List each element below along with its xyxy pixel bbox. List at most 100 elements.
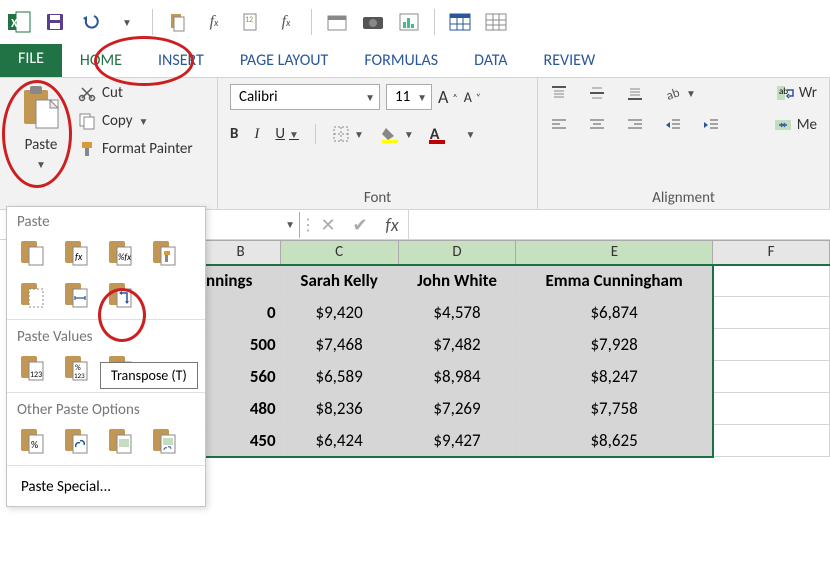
cut-button[interactable]: Cut [78, 84, 193, 102]
align-right-button[interactable] [626, 118, 644, 132]
tab-page-layout[interactable]: PAGE LAYOUT [222, 44, 347, 77]
cell[interactable]: $6,589 [280, 361, 398, 393]
cell[interactable]: $7,468 [280, 329, 398, 361]
cell[interactable]: 500 [201, 329, 280, 361]
paste-option-column-widths[interactable] [61, 279, 91, 309]
cell[interactable]: $7,758 [516, 393, 713, 425]
paste-button[interactable]: Paste ▼ [12, 84, 70, 207]
borders-button[interactable]: ▼ [332, 125, 364, 143]
cell[interactable]: $8,247 [516, 361, 713, 393]
tab-insert[interactable]: INSERT [140, 44, 222, 77]
qat-camera-icon[interactable] [360, 9, 386, 35]
cell[interactable]: $8,625 [516, 425, 713, 457]
orientation-button[interactable]: ab▼ [664, 84, 696, 102]
col-header[interactable]: E [516, 241, 713, 265]
col-header[interactable]: B [201, 241, 280, 265]
wrap-text-button[interactable]: abWr [775, 84, 817, 102]
cell[interactable] [713, 361, 830, 393]
cell[interactable]: $8,984 [398, 361, 516, 393]
paste-option-values-number[interactable]: %123 [61, 352, 91, 382]
cell[interactable]: $8,236 [280, 393, 398, 425]
col-header[interactable]: C [280, 241, 398, 265]
paste-option-formulas-number[interactable]: %fx [105, 237, 135, 267]
cell[interactable]: $7,482 [398, 329, 516, 361]
cell[interactable] [713, 329, 830, 361]
increase-indent-button[interactable] [702, 118, 720, 132]
cell[interactable]: 480 [201, 393, 280, 425]
format-painter-button[interactable]: Format Painter [78, 140, 193, 158]
align-center-button[interactable] [588, 118, 606, 132]
align-middle-button[interactable] [588, 85, 606, 101]
tab-review[interactable]: REVIEW [526, 44, 614, 77]
formula-input[interactable] [408, 210, 830, 239]
paste-option-values[interactable]: 123 [17, 352, 47, 382]
cell[interactable]: John White [398, 265, 516, 297]
cell[interactable]: $9,420 [280, 297, 398, 329]
decrease-indent-button[interactable] [664, 118, 682, 132]
paste-option-formulas[interactable]: fx [61, 237, 91, 267]
paste-option-transpose[interactable] [105, 279, 135, 309]
cell[interactable]: $6,874 [516, 297, 713, 329]
paste-option-link[interactable] [61, 425, 91, 455]
fill-color-button[interactable]: ▼ [380, 124, 414, 144]
paste-option-linked-picture[interactable] [149, 425, 179, 455]
shrink-font-button[interactable]: A˅ [464, 89, 481, 106]
italic-button[interactable]: I [254, 126, 259, 143]
tab-file[interactable]: FILE [0, 44, 62, 77]
cell[interactable] [713, 265, 830, 297]
spreadsheet-grid[interactable]: B C D E F nnings Sarah Kelly John White … [200, 240, 830, 458]
paste-option-paste[interactable] [17, 237, 47, 267]
align-bottom-button[interactable] [626, 85, 644, 101]
fx-cancel-button[interactable]: ✕ [312, 214, 344, 236]
font-color-button[interactable]: A▼ [430, 124, 476, 144]
qat-extra-3[interactable]: 12 [237, 9, 263, 35]
cell[interactable] [713, 393, 830, 425]
cell[interactable]: Emma Cunningham [516, 265, 713, 297]
cell[interactable]: nnings [201, 265, 280, 297]
paste-option-formatting[interactable]: % [17, 425, 47, 455]
qat-extra-4[interactable]: fx [273, 9, 299, 35]
align-left-button[interactable] [550, 118, 568, 132]
qat-extra-2[interactable]: fx [201, 9, 227, 35]
qat-calendar-icon[interactable] [324, 9, 350, 35]
qat-table2-icon[interactable] [483, 9, 509, 35]
tab-data[interactable]: DATA [456, 44, 525, 77]
tab-home[interactable]: HOME [62, 44, 140, 77]
chevron-down-icon: ▼ [404, 128, 414, 141]
underline-button[interactable]: U▼ [275, 125, 299, 143]
cell[interactable]: Sarah Kelly [280, 265, 398, 297]
grow-font-button[interactable]: A˄ [438, 86, 458, 108]
copy-button[interactable]: Copy ▼ [78, 112, 193, 130]
font-size-select[interactable]: 11▼ [386, 84, 432, 110]
col-header[interactable]: F [713, 241, 830, 265]
name-box[interactable]: ▼ [200, 212, 300, 238]
cell[interactable]: $7,928 [516, 329, 713, 361]
undo-icon[interactable] [78, 9, 104, 35]
cell[interactable]: 450 [201, 425, 280, 457]
qat-chart-icon[interactable] [396, 9, 422, 35]
cell[interactable]: $6,424 [280, 425, 398, 457]
paste-option-no-borders[interactable] [17, 279, 47, 309]
cell[interactable] [713, 425, 830, 457]
cell[interactable]: 560 [201, 361, 280, 393]
qat-customize-icon[interactable]: ▼ [114, 9, 140, 35]
cell[interactable] [713, 297, 830, 329]
paste-option-picture[interactable] [105, 425, 135, 455]
col-header[interactable]: D [398, 241, 516, 265]
merge-center-button[interactable]: Me [773, 116, 817, 134]
cell[interactable]: 0 [201, 297, 280, 329]
fx-enter-button[interactable]: ✔ [344, 214, 376, 236]
cell[interactable]: $4,578 [398, 297, 516, 329]
bold-button[interactable]: B [230, 125, 238, 143]
tab-formulas[interactable]: FORMULAS [346, 44, 456, 77]
qat-extra-1[interactable] [165, 9, 191, 35]
qat-table-icon[interactable] [447, 9, 473, 35]
paste-special-button[interactable]: Paste Special... [7, 468, 205, 506]
cell[interactable]: $7,269 [398, 393, 516, 425]
align-top-button[interactable] [550, 85, 568, 101]
paste-option-source-formatting[interactable] [149, 237, 179, 267]
save-icon[interactable] [42, 9, 68, 35]
font-name-select[interactable]: Calibri▼ [230, 84, 380, 110]
fx-button[interactable]: fx [376, 214, 408, 236]
cell[interactable]: $9,427 [398, 425, 516, 457]
